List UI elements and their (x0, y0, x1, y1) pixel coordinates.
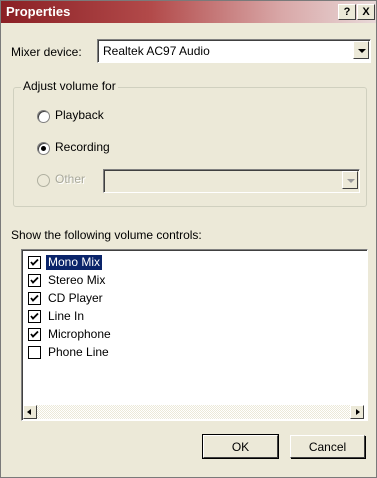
checkmark-icon (30, 294, 39, 302)
checkmark-icon (30, 276, 39, 284)
close-button[interactable]: X (357, 4, 375, 20)
mixer-device-value: Realtek AC97 Audio (103, 44, 210, 58)
microphone-checkbox[interactable] (28, 328, 41, 341)
radio-recording-label[interactable]: Recording (55, 140, 110, 154)
cd-player-label: CD Player (48, 291, 103, 305)
chevron-down-icon (358, 49, 366, 53)
horizontal-scrollbar[interactable] (23, 405, 364, 419)
mono-mix-checkbox[interactable] (28, 256, 41, 269)
other-dropdown-button[interactable] (342, 171, 358, 189)
arrow-right-icon (356, 409, 360, 415)
controls-label: Show the following volume controls: (11, 228, 202, 242)
arrow-left-icon (27, 409, 31, 415)
mono-mix-label: Mono Mix (44, 254, 104, 271)
properties-dialog: Properties ? X Mixer device: Realtek AC9… (0, 0, 377, 478)
line-in-label: Line In (48, 309, 85, 323)
checkmark-icon (30, 258, 39, 266)
checkmark-icon (30, 312, 39, 320)
scroll-left-button[interactable] (23, 405, 37, 419)
stereo-mix-checkbox[interactable] (28, 274, 41, 287)
mixer-device-label: Mixer device: (11, 45, 82, 59)
radio-recording[interactable] (37, 142, 50, 155)
cd-player-checkbox[interactable] (28, 292, 41, 305)
phone-line-label: Phone Line (48, 345, 109, 359)
radio-other-label[interactable]: Other (55, 172, 85, 186)
help-button[interactable]: ? (338, 4, 356, 20)
volume-controls-list[interactable]: Mono Mix Stereo Mix CD Player Line In Mi (21, 249, 368, 421)
scroll-right-button[interactable] (350, 405, 364, 419)
microphone-label: Microphone (48, 327, 111, 341)
phone-line-checkbox[interactable] (28, 346, 41, 359)
line-in-checkbox[interactable] (28, 310, 41, 323)
title-bar[interactable]: Properties ? X (1, 1, 376, 23)
window-title: Properties (6, 4, 71, 19)
radio-playback[interactable] (37, 110, 50, 123)
adjust-volume-legend: Adjust volume for (21, 79, 118, 93)
stereo-mix-label: Stereo Mix (48, 273, 106, 287)
ok-button[interactable]: OK (202, 434, 279, 459)
radio-other[interactable] (37, 174, 50, 187)
other-device-combo[interactable] (103, 169, 360, 193)
cancel-button[interactable]: Cancel (290, 435, 365, 458)
mixer-dropdown-button[interactable] (353, 41, 369, 59)
chevron-down-icon (347, 179, 355, 183)
radio-selected-dot (41, 146, 46, 151)
checkmark-icon (30, 330, 39, 338)
radio-playback-label[interactable]: Playback (55, 108, 104, 122)
mixer-device-combo[interactable]: Realtek AC97 Audio (97, 39, 371, 63)
